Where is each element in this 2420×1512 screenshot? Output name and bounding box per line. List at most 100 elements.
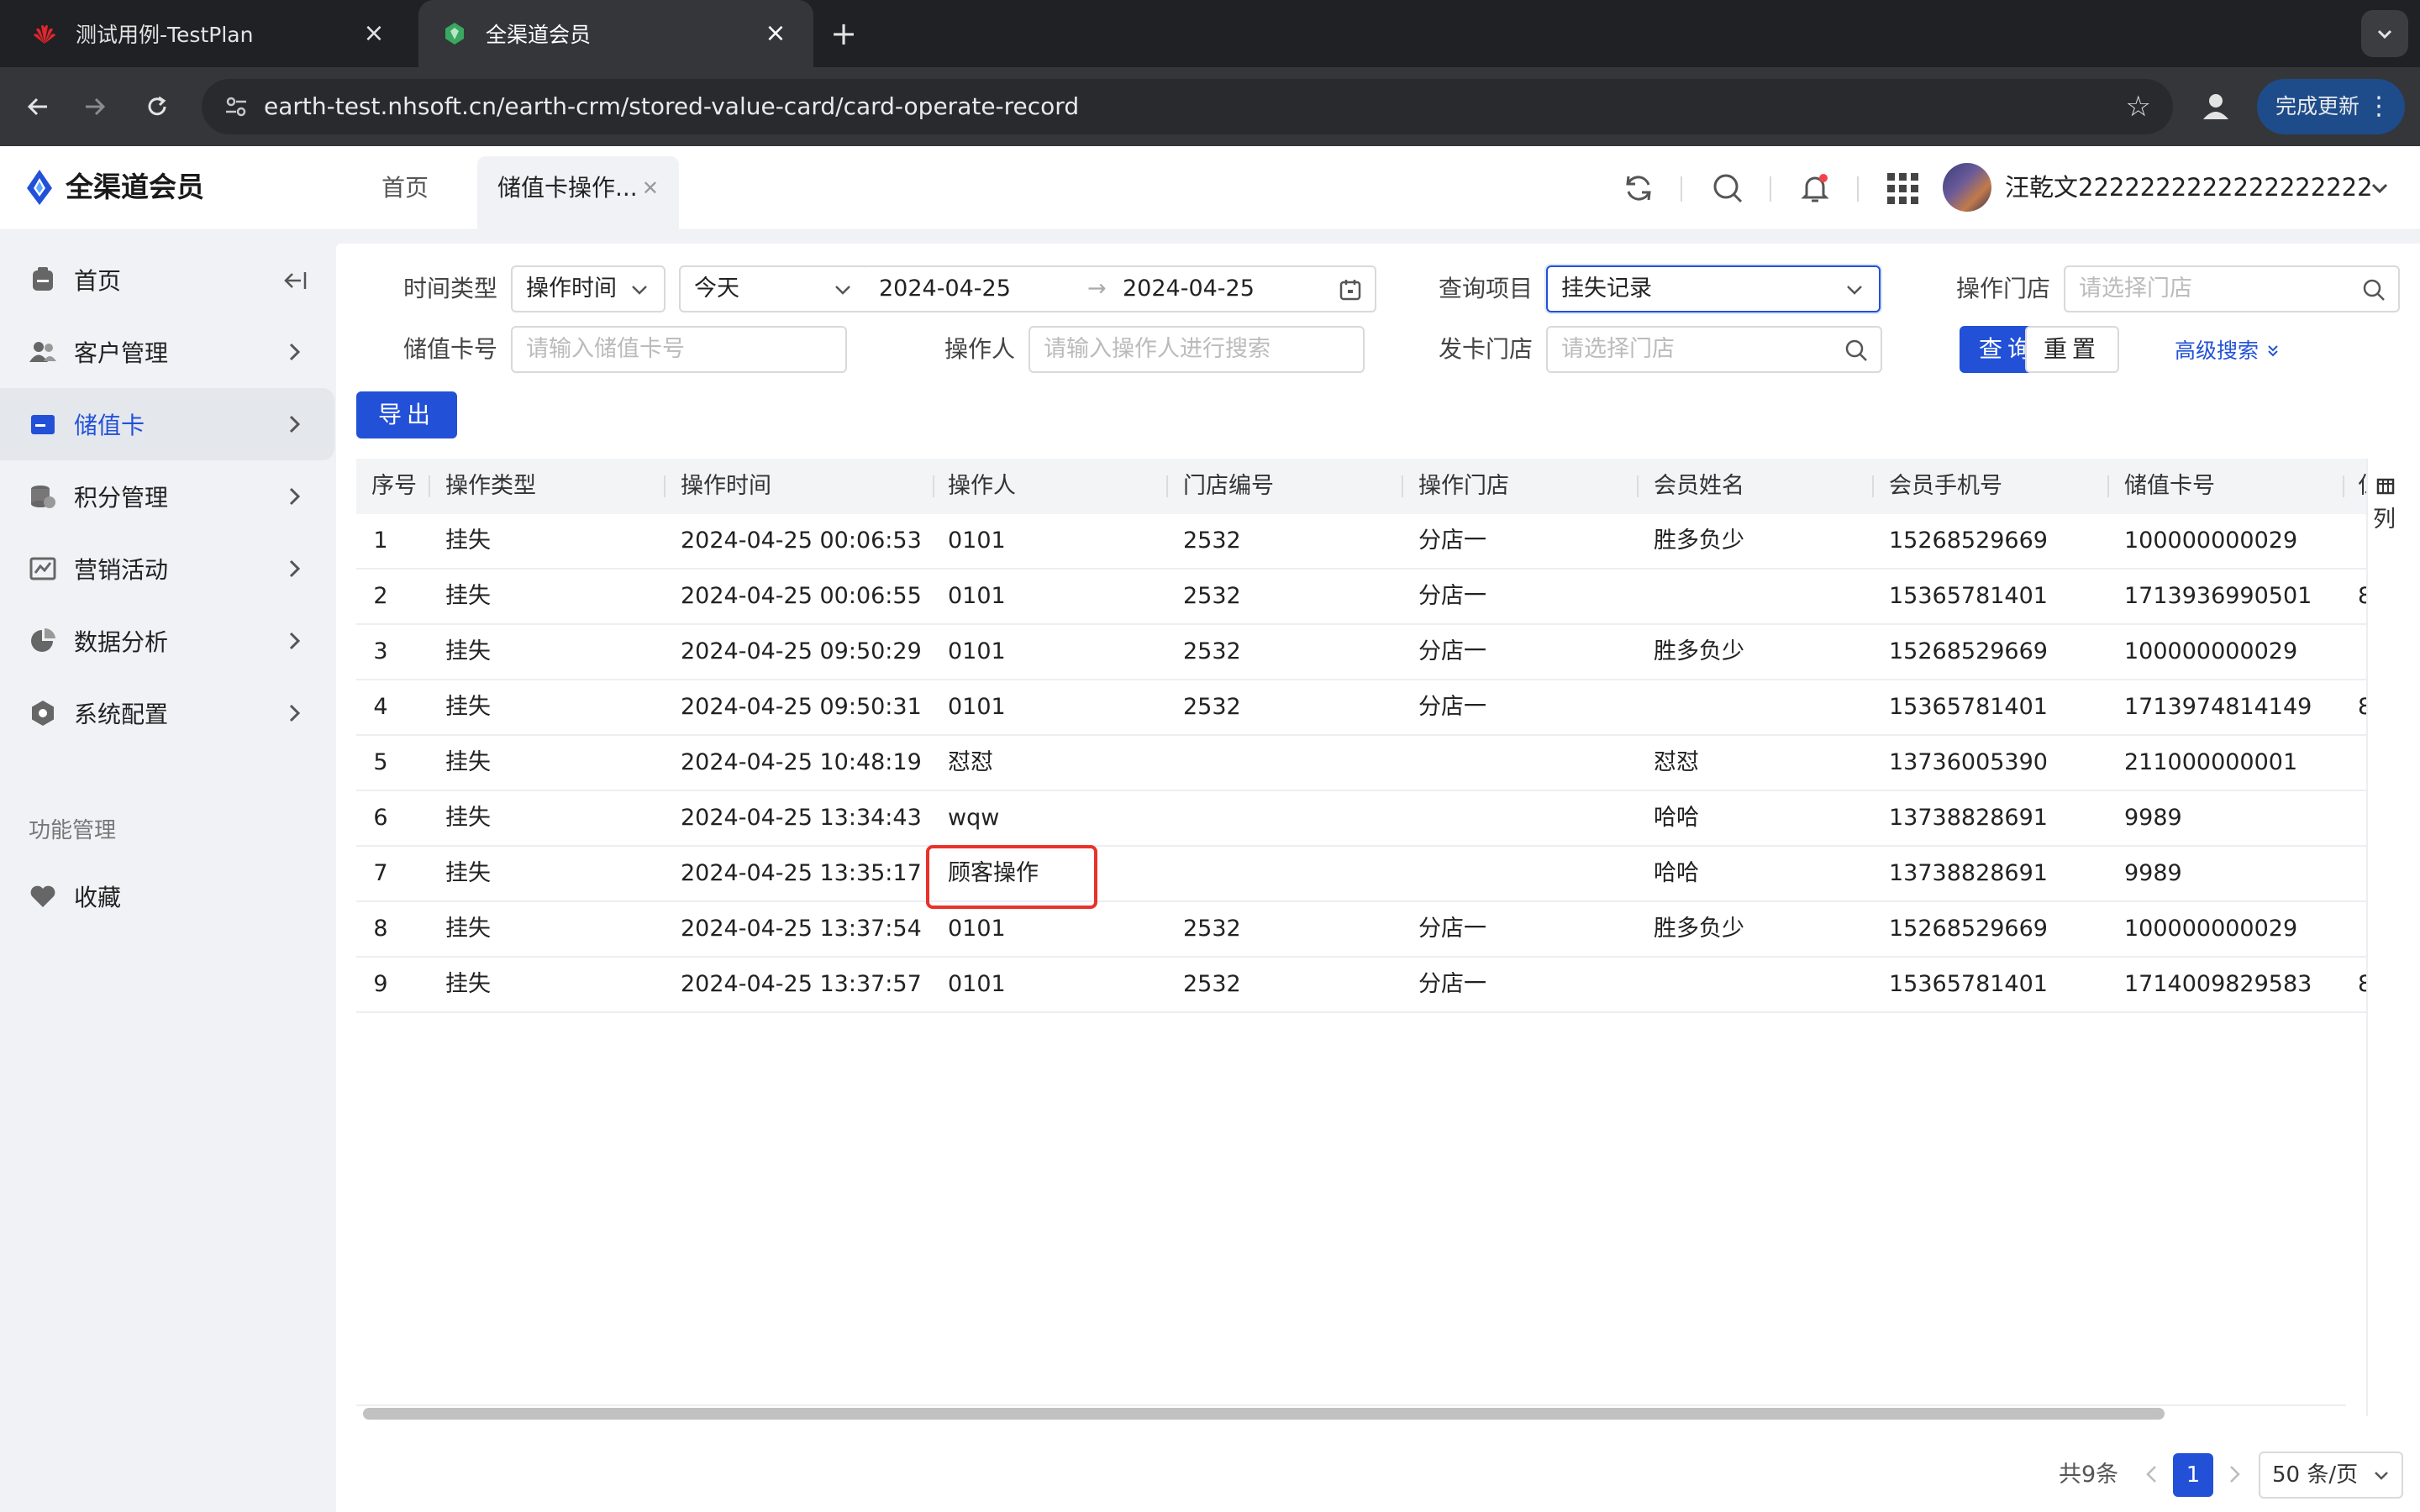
time-type-select[interactable]: 操作时间	[511, 265, 666, 312]
time-type-label: 时间类型	[403, 275, 498, 302]
reset-button[interactable]: 重置	[2025, 326, 2119, 373]
cell-op-type: 挂失	[445, 638, 491, 664]
close-tab-icon[interactable]: ×	[360, 19, 388, 48]
profile-icon[interactable]	[2196, 87, 2235, 126]
heart-icon	[30, 885, 55, 907]
calendar-icon[interactable]	[1338, 277, 1363, 302]
user-name[interactable]: 汪乾文2222222222222222222	[2005, 168, 2373, 207]
scrollbar-thumb[interactable]	[363, 1408, 2165, 1420]
notification-bell-icon[interactable]	[1793, 166, 1837, 210]
chevron-down-icon[interactable]	[2368, 176, 2391, 200]
apps-grid-icon[interactable]	[1881, 166, 1924, 210]
column-settings[interactable]: 列	[2366, 459, 2400, 1416]
cell-card-no: 100000000029	[2124, 528, 2298, 554]
address-bar[interactable]: earth-test.nhsoft.cn/earth-crm/stored-va…	[202, 79, 2173, 134]
refresh-icon[interactable]	[1617, 166, 1660, 210]
column-divider[interactable]	[2343, 475, 2344, 497]
column-divider[interactable]	[1637, 475, 1639, 497]
sidebar-item-home[interactable]: 首页	[0, 244, 334, 316]
new-tab-plus-icon[interactable]: +	[825, 15, 862, 52]
cell-member-name: 胜多负少	[1654, 528, 1744, 554]
bookmark-star-icon[interactable]: ☆	[2126, 87, 2151, 126]
cell-op-time: 2024-04-25 13:37:57	[681, 971, 922, 997]
table-row[interactable]: 7 挂失 2024-04-25 13:35:17 顾客操作 哈哈 13738828691 9…	[356, 847, 2366, 902]
advanced-search-link[interactable]: 高级搜索	[2175, 328, 2281, 375]
table-row[interactable]: 2 挂失 2024-04-25 00:06:55 0101 2532 分店一 1536578…	[356, 570, 2372, 625]
column-divider[interactable]	[429, 475, 430, 497]
sidebar-item-stored-value-card[interactable]: 储值卡	[0, 388, 334, 460]
table-row[interactable]: 9 挂失 2024-04-25 13:37:57 0101 2532 分店一 1536578…	[356, 958, 2372, 1013]
table-row[interactable]: 3 挂失 2024-04-25 09:50:29 0101 2532 分店一 胜多负少 152…	[356, 625, 2366, 680]
collapse-sidebar-icon[interactable]	[282, 267, 309, 294]
search-icon[interactable]	[1706, 166, 1749, 210]
cell-operator: 0101	[948, 971, 1006, 997]
forward-arrow-icon[interactable]	[74, 86, 116, 128]
update-button[interactable]: 完成更新 ⋮	[2257, 79, 2405, 134]
browser-tab-crm[interactable]: 全渠道会员 ×	[418, 0, 813, 67]
date-range-preset-value: 今天	[694, 276, 739, 302]
app-header: 全渠道会员 首页 储值卡操作... ✕ 汪乾文22222222222222222…	[0, 146, 2420, 230]
more-vert-icon[interactable]: ⋮	[2366, 79, 2391, 134]
page-tab-current[interactable]: 储值卡操作... ✕	[477, 156, 679, 230]
export-button[interactable]: 导出	[356, 391, 457, 438]
header-divider	[1770, 176, 1771, 202]
date-start[interactable]: 2024-04-25	[879, 276, 1011, 302]
cell-op-type: 挂失	[445, 805, 491, 831]
column-header-store-code: 门店编号	[1183, 473, 1274, 499]
column-divider[interactable]	[1402, 475, 1403, 497]
card-no-label: 储值卡号	[403, 335, 498, 363]
table-row[interactable]: 4 挂失 2024-04-25 09:50:31 0101 2532 分店一 1536578…	[356, 680, 2372, 736]
back-arrow-icon[interactable]	[17, 86, 59, 128]
table-row[interactable]: 1 挂失 2024-04-25 00:06:53 0101 2532 分店一 胜多负少 152…	[356, 514, 2366, 570]
avatar[interactable]	[1943, 163, 1991, 212]
column-divider[interactable]	[2107, 475, 2109, 497]
table-row[interactable]: 8 挂失 2024-04-25 13:37:54 0101 2532 分店一 胜多负少 152…	[356, 902, 2366, 958]
chevron-right-icon	[289, 415, 301, 433]
store-select[interactable]: 请选择门店	[2064, 265, 2400, 312]
sidebar-item-points[interactable]: 积分管理	[0, 460, 334, 533]
close-page-tab-icon[interactable]: ✕	[642, 156, 659, 220]
prev-page-icon[interactable]	[2139, 1462, 2165, 1487]
main-content: 时间类型 操作时间 今天 2024-04-25 → 2024-04-25 查询项…	[336, 244, 2420, 1512]
double-chevron-down-icon	[2268, 345, 2278, 357]
chevron-right-icon	[289, 343, 301, 361]
chevron-down-icon	[835, 286, 850, 295]
query-item-select[interactable]: 挂失记录	[1546, 265, 1881, 312]
cell-card-no: 211000000001	[2124, 749, 2298, 775]
table-row[interactable]: 6 挂失 2024-04-25 13:34:43 wqw 哈哈 13738828691 99…	[356, 791, 2366, 847]
page-number-current[interactable]: 1	[2173, 1453, 2213, 1497]
site-settings-icon[interactable]	[220, 91, 252, 123]
next-page-icon[interactable]	[2222, 1462, 2247, 1487]
tab-search-chevron-icon[interactable]	[2361, 10, 2408, 57]
reload-icon[interactable]	[136, 86, 178, 128]
operator-label: 操作人	[944, 335, 1016, 363]
page-tab-home[interactable]: 首页	[361, 156, 460, 230]
range-arrow-icon: →	[1087, 276, 1107, 302]
cell-card-no: 1714009829583	[2124, 971, 2312, 997]
column-divider[interactable]	[664, 475, 666, 497]
date-end[interactable]: 2024-04-25	[1123, 267, 1255, 311]
column-divider[interactable]	[1166, 475, 1168, 497]
sidebar-item-system-config[interactable]: 系统配置	[0, 677, 334, 749]
date-range-picker[interactable]: 2024-04-25 → 2024-04-25	[865, 265, 1376, 312]
date-range-preset-select[interactable]: 今天	[679, 265, 869, 312]
close-tab-icon[interactable]: ×	[761, 19, 790, 48]
sidebar-item-analytics[interactable]: 数据分析	[0, 605, 334, 677]
operator-input[interactable]: 请输入操作人进行搜索	[1028, 326, 1365, 373]
column-divider[interactable]	[1872, 475, 1874, 497]
table-row[interactable]: 5 挂失 2024-04-25 10:48:19 怼怼 怼怼 13736005390 211…	[356, 736, 2366, 791]
issue-store-select[interactable]: 请选择门店	[1546, 326, 1882, 373]
cell-op-store: 分店一	[1418, 583, 1486, 609]
home-icon	[33, 267, 53, 291]
sidebar-item-favorites[interactable]: 收藏	[0, 860, 334, 932]
sidebar-item-marketing[interactable]: 营销活动	[0, 533, 334, 605]
page-size-select[interactable]: 50 条/页	[2259, 1452, 2403, 1499]
column-header-op-type: 操作类型	[445, 473, 536, 499]
column-divider[interactable]	[933, 475, 934, 497]
horizontal-scrollbar[interactable]	[356, 1404, 2346, 1420]
sidebar-item-customers[interactable]: 客户管理	[0, 316, 334, 388]
card-no-input[interactable]: 请输入储值卡号	[511, 326, 847, 373]
time-type-value: 操作时间	[526, 276, 617, 302]
cell-member-phone: 15268529669	[1889, 528, 2048, 554]
browser-tab-testplan[interactable]: 测试用例-TestPlan ×	[8, 0, 412, 67]
